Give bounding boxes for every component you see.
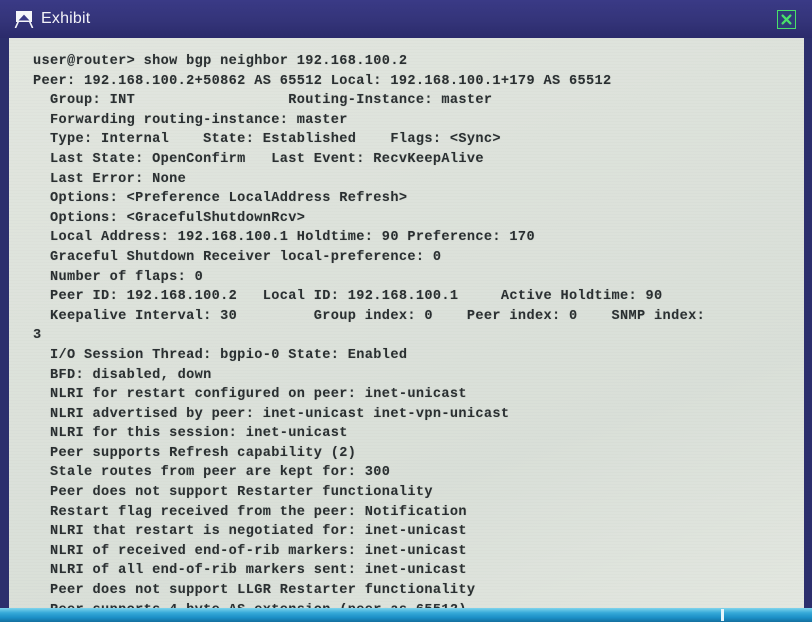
terminal-line: Restart flag received from the peer: Not…: [33, 504, 467, 520]
terminal-line: Group: INT Routing-Instance: master: [33, 93, 493, 109]
terminal-line: Peer: 192.168.100.2+50862 AS 65512 Local…: [33, 73, 612, 89]
terminal-line: I/O Session Thread: bgpio-0 State: Enabl…: [33, 347, 408, 363]
bottom-accent-bar: [0, 608, 812, 622]
terminal-line: Peer does not support Restarter function…: [33, 485, 433, 501]
terminal-line: Last Error: None: [33, 171, 187, 187]
exhibit-easel-icon: [14, 10, 34, 28]
bottom-accent-nub: [721, 609, 724, 621]
terminal-line: Keepalive Interval: 30 Group index: 0 Pe…: [33, 308, 706, 324]
terminal-line: Options: <GracefulShutdownRcv>: [33, 210, 306, 226]
terminal-line: Options: <Preference LocalAddress Refres…: [33, 191, 408, 207]
terminal-line: BFD: disabled, down: [33, 367, 212, 383]
terminal-output: user@router> show bgp neighbor 192.168.1…: [9, 38, 804, 608]
close-button[interactable]: [777, 9, 796, 29]
terminal-line: Type: Internal State: Established Flags:…: [33, 132, 501, 148]
terminal-line: Forwarding routing-instance: master: [33, 112, 348, 128]
terminal-line: Graceful Shutdown Receiver local-prefere…: [33, 249, 442, 265]
terminal-line: NLRI for restart configured on peer: ine…: [33, 387, 467, 403]
titlebar-left-group: Exhibit: [14, 10, 90, 28]
terminal-line: NLRI of received end-of-rib markers: ine…: [33, 543, 467, 559]
terminal-line: NLRI of all end-of-rib markers sent: ine…: [33, 563, 467, 579]
terminal-line: Last State: OpenConfirm Last Event: Recv…: [33, 151, 484, 167]
terminal-line: Local Address: 192.168.100.1 Holdtime: 9…: [33, 230, 535, 246]
terminal-line: Peer does not support LLGR Restarter fun…: [33, 583, 476, 599]
terminal-line: user@router> show bgp neighbor 192.168.1…: [33, 54, 408, 69]
terminal-line: Peer ID: 192.168.100.2 Local ID: 192.168…: [33, 289, 663, 305]
exhibit-window: Exhibit user@router> show bgp neighbor 1…: [0, 0, 812, 622]
terminal-line: Stale routes from peer are kept for: 300: [33, 465, 391, 481]
window-title: Exhibit: [41, 10, 91, 27]
terminal-line: 3: [33, 328, 42, 344]
close-icon: [781, 13, 792, 25]
terminal-line: NLRI advertised by peer: inet-unicast in…: [33, 406, 510, 422]
terminal-line: Peer supports Refresh capability (2): [33, 445, 357, 461]
window-titlebar: Exhibit: [0, 0, 812, 38]
terminal-line: Peer supports 4 byte AS extension (peer-…: [33, 601, 794, 608]
terminal-line: Number of flaps: 0: [33, 269, 204, 285]
terminal-line: NLRI that restart is negotiated for: ine…: [33, 524, 467, 540]
terminal-line: NLRI for this session: inet-unicast: [33, 426, 348, 442]
exhibit-content-frame: user@router> show bgp neighbor 192.168.1…: [0, 38, 812, 608]
